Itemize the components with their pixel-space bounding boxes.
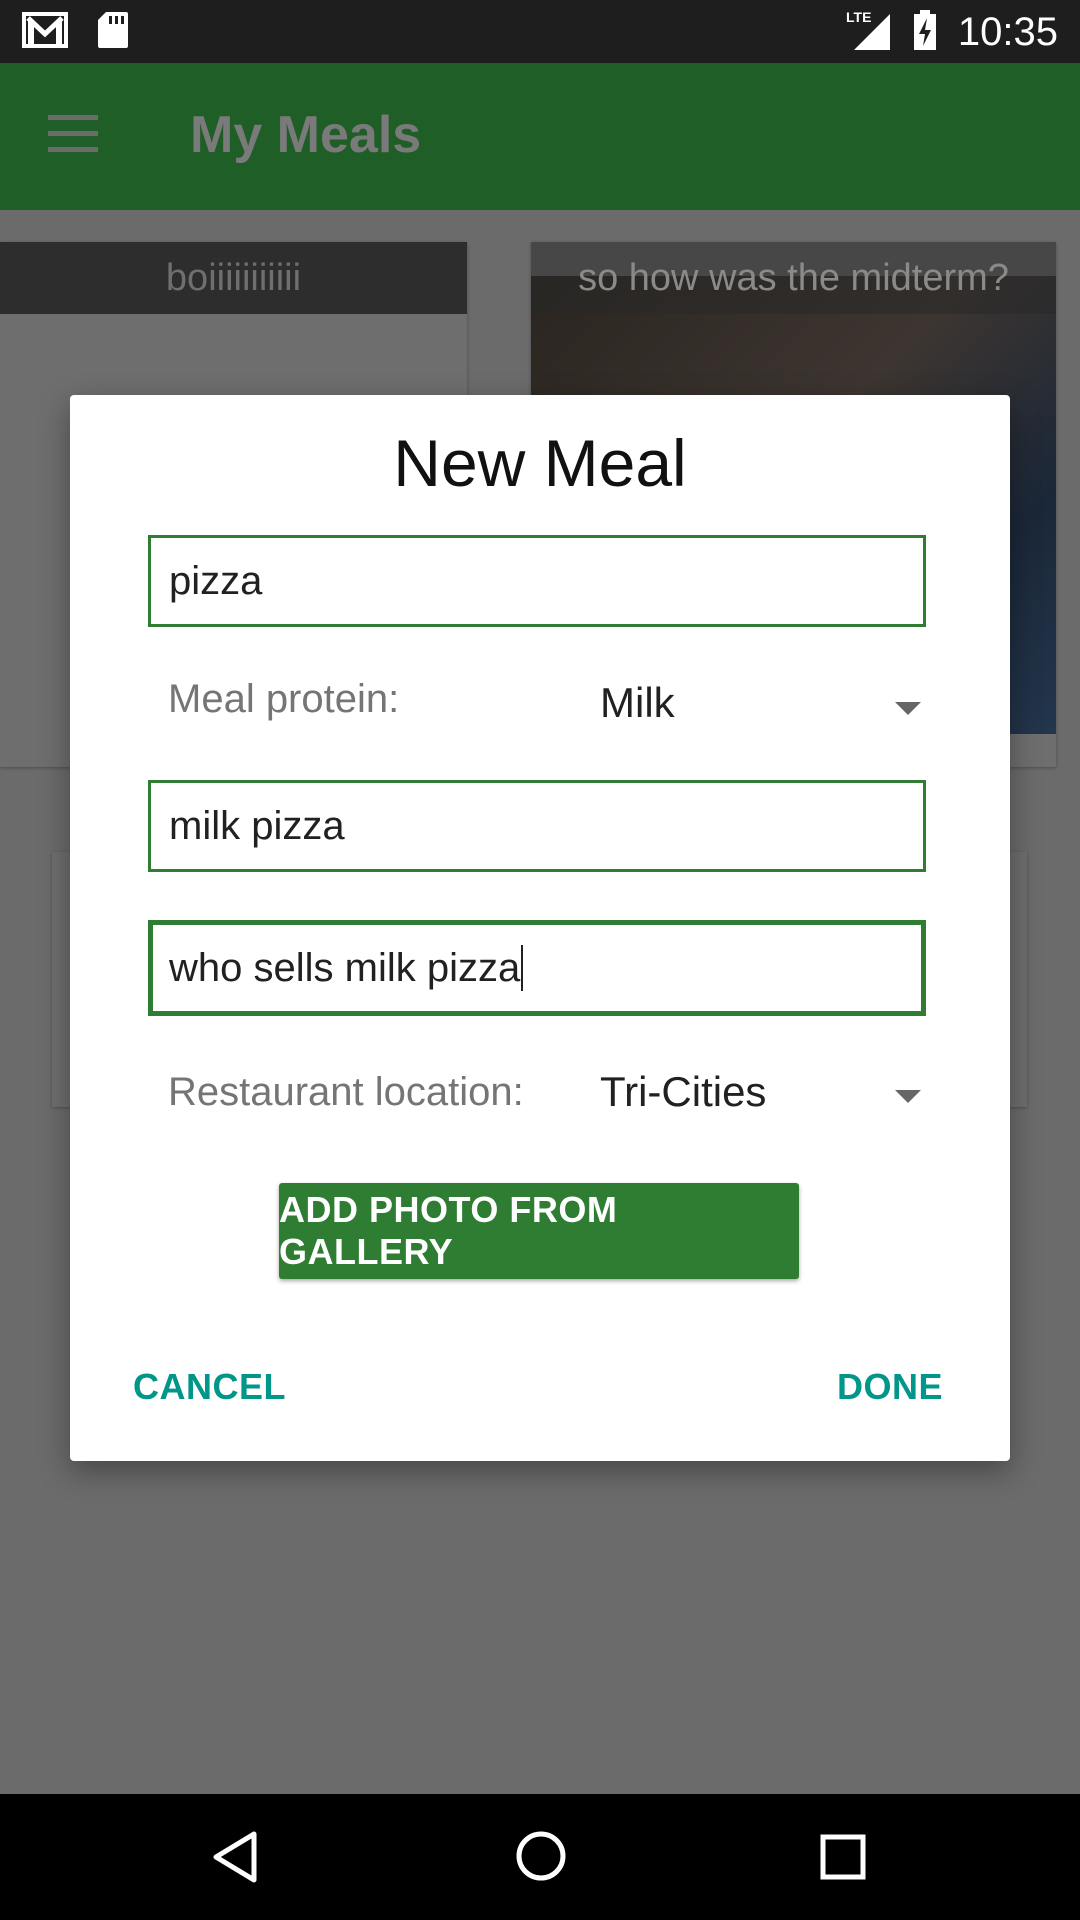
network-label: LTE	[846, 9, 871, 25]
text-cursor	[521, 945, 524, 991]
sd-card-icon	[96, 10, 130, 54]
lte-signal-icon: LTE	[846, 8, 892, 56]
location-label: Restaurant location:	[168, 1070, 524, 1114]
meal-name-value: pizza	[169, 558, 263, 603]
meal-description-value: milk pizza	[169, 803, 345, 848]
protein-label: Meal protein:	[168, 677, 400, 721]
done-button[interactable]: DONE	[837, 1366, 943, 1408]
back-icon[interactable]	[212, 1830, 258, 1888]
new-meal-dialog: New Meal pizza Meal protein: Milk milk p…	[70, 395, 1010, 1461]
dialog-title: New Meal	[393, 426, 687, 500]
gmail-icon	[22, 10, 68, 54]
status-bar: LTE 10:35	[0, 0, 1080, 63]
location-dropdown-arrow-icon[interactable]	[895, 1090, 921, 1103]
page-title: My Meals	[190, 106, 422, 164]
app-bar: My Meals	[0, 63, 1080, 210]
meal-card-caption: boiiiiiiiiiii	[0, 242, 467, 314]
protein-dropdown-arrow-icon[interactable]	[895, 702, 921, 715]
battery-charging-icon	[912, 8, 938, 56]
recents-icon[interactable]	[820, 1834, 866, 1884]
navigation-bar	[0, 1794, 1080, 1920]
meal-name-field[interactable]: pizza	[148, 535, 926, 627]
restaurant-value: who sells milk pizza	[169, 945, 521, 990]
protein-dropdown-value[interactable]: Milk	[600, 679, 675, 727]
location-dropdown-value[interactable]: Tri-Cities	[600, 1068, 766, 1116]
home-icon[interactable]	[515, 1830, 567, 1886]
meal-description-field[interactable]: milk pizza	[148, 780, 926, 872]
hamburger-menu-icon[interactable]	[48, 115, 98, 157]
clock: 10:35	[957, 9, 1058, 54]
restaurant-field[interactable]: who sells milk pizza	[148, 920, 926, 1016]
meal-card-caption: so how was the midterm?	[531, 242, 1056, 314]
add-photo-button[interactable]: ADD PHOTO FROM GALLERY	[279, 1183, 799, 1279]
cancel-button[interactable]: CANCEL	[133, 1366, 286, 1408]
